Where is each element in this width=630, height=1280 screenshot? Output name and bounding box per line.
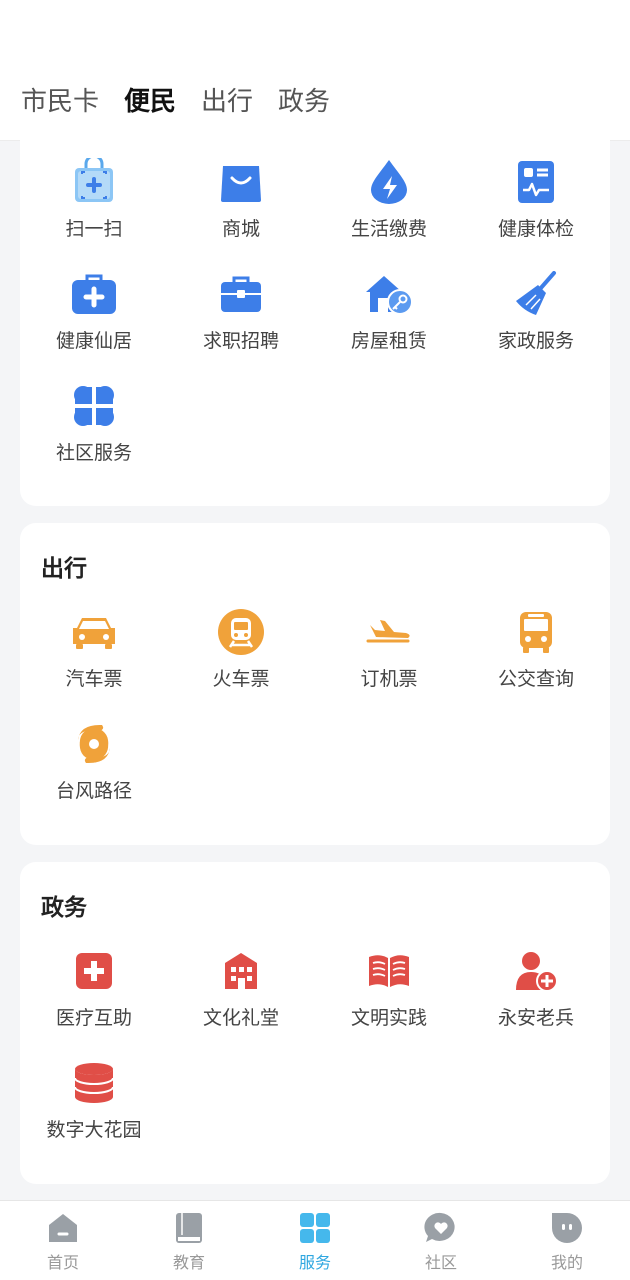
section-title: 出行 (41, 556, 87, 582)
service-rental[interactable]: 房屋租赁 (315, 269, 463, 369)
service-label: 永安老兵 (497, 1007, 574, 1029)
tab-label: 出行 (201, 87, 254, 117)
category-tabs: 市民卡 便民 出行 政务 (21, 84, 355, 131)
heart-chat-icon (424, 1211, 458, 1245)
service-label: 健康体检 (497, 218, 574, 240)
service-health-check[interactable]: 健康体检 (462, 157, 610, 257)
nav-label: 首页 (46, 1253, 79, 1272)
service-label: 生活缴费 (350, 218, 427, 240)
nav-label: 社区 (424, 1253, 457, 1272)
section-title: 政务 (41, 895, 87, 921)
service-train-ticket[interactable]: 火车票 (167, 607, 315, 707)
service-label: 台风路径 (55, 780, 132, 802)
medical-kit-icon (69, 269, 119, 319)
open-book-icon (364, 946, 414, 996)
service-digital-garden[interactable]: 数字大花园 (20, 1058, 168, 1158)
chuxing-card: 出行 汽车票 火车票 订机票 公交查询 台风路径 (20, 523, 610, 845)
service-mall[interactable]: 商城 (167, 157, 315, 257)
nav-label: 教育 (172, 1253, 205, 1272)
nav-education[interactable]: 教育 (126, 1211, 252, 1277)
tab-label: 便民 (124, 87, 177, 117)
service-label: 房屋租赁 (350, 330, 427, 352)
bianmin-card: 扫一扫 商城 生活缴费 健康体检 健康仙居 求职招聘 房屋租赁 家政服务 社区服… (20, 120, 610, 506)
database-icon (69, 1058, 119, 1108)
service-label: 文明实践 (350, 1007, 427, 1029)
scan-bag-icon (69, 157, 119, 207)
service-label: 商城 (221, 218, 260, 240)
airplane-icon (364, 607, 414, 657)
service-label: 求职招聘 (202, 330, 279, 352)
service-bus-query[interactable]: 公交查询 (462, 607, 610, 707)
service-label: 文化礼堂 (202, 1007, 279, 1029)
service-label: 健康仙居 (55, 330, 132, 352)
book-icon (172, 1211, 206, 1245)
house-key-icon (364, 269, 414, 319)
grid-icon (298, 1211, 332, 1245)
home-icon (46, 1211, 80, 1245)
shopping-bag-icon (216, 157, 266, 207)
service-label: 数字大花园 (46, 1119, 142, 1141)
nav-home[interactable]: 首页 (0, 1211, 126, 1277)
bottom-navigation: 首页 教育 服务 社区 我的 (0, 1200, 630, 1280)
nav-label: 服务 (298, 1253, 331, 1272)
bus-icon (511, 607, 561, 657)
tab-zhengwu[interactable]: 政务 (278, 84, 330, 120)
medical-cross-icon (69, 946, 119, 996)
service-label: 家政服务 (497, 330, 574, 352)
service-label: 医疗互助 (55, 1007, 132, 1029)
service-utility[interactable]: 生活缴费 (315, 157, 463, 257)
service-label: 火车票 (212, 668, 270, 690)
typhoon-icon (69, 719, 119, 769)
nav-services[interactable]: 服务 (252, 1211, 378, 1277)
service-label: 扫一扫 (65, 218, 123, 240)
tab-shiminka[interactable]: 市民卡 (21, 84, 99, 120)
tab-bianmin[interactable]: 便民 (124, 84, 177, 131)
nav-profile[interactable]: 我的 (504, 1211, 630, 1277)
health-report-icon (511, 157, 561, 207)
service-label: 社区服务 (55, 442, 132, 464)
service-flight[interactable]: 订机票 (315, 607, 463, 707)
service-bus-ticket[interactable]: 汽车票 (20, 607, 168, 707)
veteran-user-icon (511, 946, 561, 996)
service-veterans[interactable]: 永安老兵 (462, 946, 610, 1046)
nav-community[interactable]: 社区 (378, 1211, 504, 1277)
tab-chuxing[interactable]: 出行 (201, 84, 253, 120)
service-civilization[interactable]: 文明实践 (315, 946, 463, 1046)
service-medical-aid[interactable]: 医疗互助 (20, 946, 168, 1046)
service-community[interactable]: 社区服务 (20, 381, 168, 481)
hall-building-icon (216, 946, 266, 996)
tab-label: 政务 (278, 87, 331, 117)
service-jobs[interactable]: 求职招聘 (167, 269, 315, 369)
car-icon (69, 607, 119, 657)
zhengwu-card: 政务 医疗互助 文化礼堂 文明实践 永安老兵 数字大花园 (20, 862, 610, 1184)
service-housekeeping[interactable]: 家政服务 (462, 269, 610, 369)
service-health-xianju[interactable]: 健康仙居 (20, 269, 168, 369)
service-label: 公交查询 (497, 668, 574, 690)
service-culture-hall[interactable]: 文化礼堂 (167, 946, 315, 1046)
nav-label: 我的 (550, 1253, 583, 1272)
service-label: 订机票 (360, 668, 418, 690)
community-grid-icon (69, 381, 119, 431)
profile-icon (550, 1211, 584, 1245)
utility-drop-icon (364, 157, 414, 207)
broom-icon (511, 269, 561, 319)
tab-label: 市民卡 (21, 87, 100, 117)
service-label: 汽车票 (65, 668, 123, 690)
train-icon (216, 607, 266, 657)
service-typhoon[interactable]: 台风路径 (20, 719, 168, 819)
briefcase-icon (216, 269, 266, 319)
service-scan[interactable]: 扫一扫 (20, 157, 168, 257)
